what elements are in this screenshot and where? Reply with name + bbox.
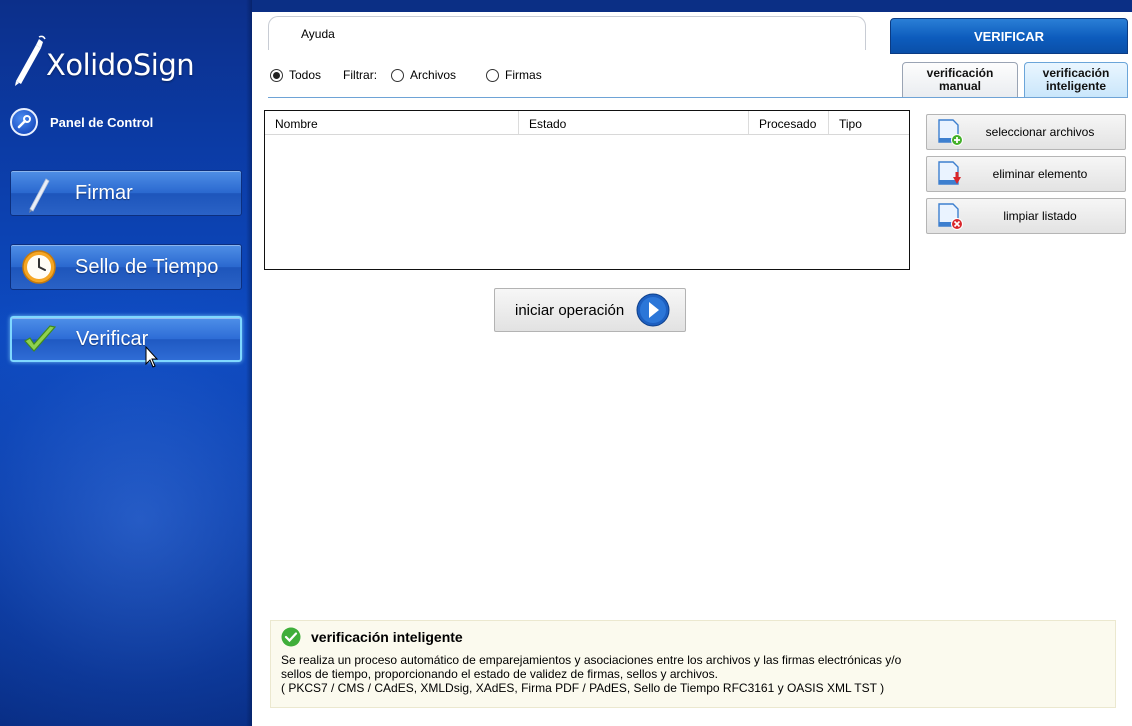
radio-archivos-label: Archivos — [410, 68, 457, 82]
remove-item-button[interactable]: eliminar elemento — [926, 156, 1126, 192]
help-tab-label: Ayuda — [301, 27, 335, 41]
remove-document-icon — [938, 161, 961, 185]
tab-divider — [268, 97, 1128, 98]
sidebar-item-label: Firmar — [75, 181, 133, 204]
mode-tabs: verificación manual verificación intelig… — [902, 62, 1128, 98]
main-panel: Ayuda VERIFICAR Todos Filtrar: Archivos … — [252, 0, 1132, 726]
mouse-cursor-icon — [145, 346, 159, 368]
clear-list-label: limpiar listado — [1003, 209, 1077, 223]
radio-firmas-label: Firmas — [505, 68, 542, 82]
radio-archivos[interactable] — [391, 68, 405, 82]
filter-label: Filtrar: — [343, 68, 378, 82]
clear-list-button[interactable]: limpiar listado — [926, 198, 1126, 234]
tab-line2: manual — [938, 79, 981, 93]
sidebar: XolidoSign Panel de Control Firmar Sello… — [0, 0, 252, 726]
sidebar-item-verificar[interactable]: Verificar — [10, 316, 242, 362]
sidebar-item-label: Sello de Tiempo — [75, 255, 219, 278]
clear-document-icon — [938, 203, 963, 230]
sidebar-item-firmar[interactable]: Firmar — [10, 170, 242, 216]
control-panel-link[interactable]: Panel de Control — [10, 108, 153, 136]
tab-verificacion-manual[interactable]: verificación manual — [902, 62, 1018, 98]
pen-logo-icon — [15, 35, 46, 86]
app-logo: XolidoSign — [10, 30, 240, 90]
logo-text: XolidoSign — [46, 48, 195, 82]
column-header-nombre[interactable]: Nombre — [265, 111, 519, 134]
info-line: sellos de tiempo, proporcionando el esta… — [281, 667, 718, 681]
top-strip — [252, 0, 1132, 12]
control-panel-label: Panel de Control — [50, 114, 154, 130]
tab-line2: inteligente — [1045, 79, 1106, 93]
info-box: verificación inteligente Se realiza un p… — [270, 620, 1116, 708]
column-header-procesado[interactable]: Procesado — [749, 111, 829, 134]
sidebar-item-label: Verificar — [76, 327, 149, 350]
section-title-label: VERIFICAR — [973, 28, 1045, 44]
start-operation-label: iniciar operación — [515, 301, 625, 319]
radio-todos[interactable] — [270, 68, 283, 82]
info-title-label: verificación inteligente — [311, 629, 463, 645]
radio-todos-label: Todos — [289, 68, 322, 82]
sidebar-item-sello-de-tiempo[interactable]: Sello de Tiempo — [10, 244, 242, 290]
info-description: Se realiza un proceso automático de empa… — [281, 653, 1115, 695]
table-header: Nombre Estado Procesado Tipo — [265, 111, 909, 135]
radio-firmas[interactable] — [486, 68, 500, 82]
tab-verificacion-inteligente[interactable]: verificación inteligente — [1024, 62, 1128, 98]
info-line: ( PKCS7 / CMS / CAdES, XMLDsig, XAdES, F… — [281, 681, 885, 695]
select-files-label: seleccionar archivos — [985, 125, 1095, 139]
play-icon — [636, 293, 670, 327]
column-header-tipo[interactable]: Tipo — [829, 111, 909, 134]
info-line: Se realiza un proceso automático de empa… — [281, 653, 902, 667]
remove-item-label: eliminar elemento — [992, 167, 1088, 181]
tab-ayuda[interactable]: Ayuda — [268, 16, 866, 50]
start-operation-button[interactable]: iniciar operación — [494, 288, 686, 332]
column-header-estado[interactable]: Estado — [519, 111, 749, 134]
file-table[interactable]: Nombre Estado Procesado Tipo — [264, 110, 910, 270]
pen-icon — [17, 171, 61, 215]
checkmark-icon — [18, 317, 62, 361]
wrench-icon — [10, 108, 38, 136]
clock-icon — [17, 245, 61, 289]
select-files-button[interactable]: seleccionar archivos — [926, 114, 1126, 150]
add-document-icon — [938, 119, 963, 146]
check-circle-icon — [281, 627, 301, 647]
filter-row: Todos Filtrar: Archivos Firmas — [270, 68, 542, 82]
section-title: VERIFICAR — [890, 18, 1128, 54]
info-title: verificación inteligente — [281, 627, 1115, 647]
